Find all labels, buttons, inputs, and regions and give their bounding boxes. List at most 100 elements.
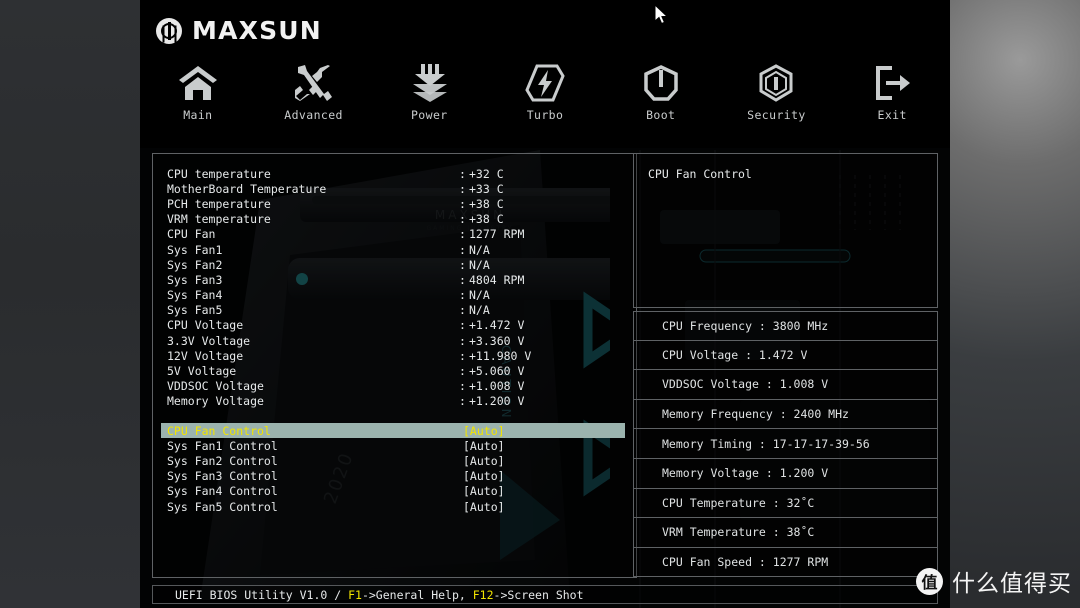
fan-control-row[interactable]: Sys Fan2 Control [Auto] (161, 453, 625, 468)
hotkey-f1: F1 (348, 587, 362, 602)
fan-control-label: Sys Fan5 Control (167, 499, 278, 514)
fan-control-row[interactable]: Sys Fan3 Control [Auto] (161, 469, 625, 484)
monitor-row: CPU Fan:1277 RPM (167, 227, 625, 242)
monitor-row-value: +32 C (469, 166, 504, 181)
monitor-row: VDDSOC Voltage: +1.008 V (167, 379, 625, 394)
tools-icon (294, 62, 334, 102)
nav-item-advanced[interactable]: Advanced (256, 62, 372, 122)
monitor-row-separator: : (459, 318, 466, 333)
monitor-row: Sys Fan1: N/A (167, 242, 625, 257)
system-info-row: CPU Fan Speed : 1277 RPM (633, 547, 938, 578)
monitor-row: 3.3V Voltage: +3.360 V (167, 333, 625, 348)
monitor-row-separator: : (459, 257, 466, 272)
monitor-row-value: +1.472 V (469, 318, 525, 333)
monitor-row: Memory Voltage: +1.200 V (167, 394, 625, 409)
monitor-row-separator: : (459, 348, 466, 363)
monitor-row-separator: : (459, 303, 466, 318)
monitor-row-label: Sys Fan4 (167, 288, 223, 303)
system-info-row: CPU Voltage : 1.472 V (633, 340, 938, 371)
nav-item-exit[interactable]: Exit (834, 62, 950, 122)
mouse-cursor (654, 3, 670, 30)
bios-screen: MAXSUN GAMING INDUSTRY CAUTION 2020 MAXS… (140, 0, 950, 608)
fan-control-row[interactable]: Sys Fan1 Control [Auto] (161, 438, 625, 453)
help-panel: CPU Fan Control (633, 153, 938, 308)
monitor-row-value: +3.360 V (469, 333, 525, 348)
monitor-row: Sys Fan4: N/A (167, 288, 625, 303)
system-info-text: VDDSOC Voltage : 1.008 V (662, 377, 829, 392)
fan-control-list[interactable]: CPU Fan Control [Auto] Sys Fan1 Control [Au… (161, 423, 625, 514)
power-button-icon (641, 62, 681, 102)
system-info-text: Memory Timing : 17-17-17-39-56 (662, 436, 870, 451)
monitor-row-value: N/A (469, 303, 490, 318)
monitor-row-separator: : (459, 333, 466, 348)
monitor-row: Sys Fan3:4804 RPM (167, 272, 625, 287)
monitor-row: Sys Fan5: N/A (167, 303, 625, 318)
system-info-text: VRM Temperature : 38˚C (662, 525, 815, 540)
nav-item-boot[interactable]: Boot (603, 62, 719, 122)
nav-label-main: Main (183, 108, 213, 122)
fan-control-row[interactable]: Sys Fan5 Control [Auto] (161, 499, 625, 514)
system-info-row: CPU Frequency : 3800 MHz (633, 311, 938, 341)
watermark-badge-icon: 值 (916, 567, 943, 595)
monitor-row-separator: : (459, 288, 466, 303)
hardware-monitor-panel: CPU temperature: +32 C MotherBoard Tempera… (152, 153, 637, 578)
monitor-row-separator: : (459, 379, 466, 394)
fan-control-row-selected[interactable]: CPU Fan Control [Auto] (161, 423, 625, 439)
nav-label-power: Power (410, 108, 448, 122)
monitor-row: 5V Voltage: +5.060 V (167, 363, 625, 378)
system-info-text: CPU Voltage : 1.472 V (662, 347, 808, 362)
system-info-row: Memory Voltage : 1.200 V (633, 458, 938, 489)
monitor-row-label: CPU Fan (167, 227, 216, 242)
monitor-row-label: VDDSOC Voltage (167, 379, 264, 394)
monitor-row-label: PCH temperature (167, 196, 271, 211)
monitor-row-label: Sys Fan2 (167, 257, 223, 272)
fan-control-value[interactable]: [Auto] (463, 484, 505, 498)
monitor-row-value: N/A (469, 242, 490, 257)
fan-control-label: Sys Fan1 Control (167, 438, 278, 453)
help-panel-title: CPU Fan Control (648, 167, 752, 181)
monitor-row-value: N/A (469, 257, 490, 272)
monitor-row-label: Sys Fan3 (167, 272, 223, 287)
monitor-row-separator: : (459, 212, 466, 227)
system-info-row: Memory Timing : 17-17-17-39-56 (633, 429, 938, 459)
nav-label-exit: Exit (877, 108, 907, 122)
monitor-row-label: Memory Voltage (167, 394, 264, 409)
monitor-row-label: MotherBoard Temperature (167, 181, 327, 196)
fan-control-value[interactable]: [Auto] (463, 469, 505, 483)
fan-control-label: Sys Fan3 Control (167, 469, 278, 484)
nav-label-security: Security (747, 108, 806, 122)
monitor-row-label: 12V Voltage (167, 348, 244, 363)
fan-control-value[interactable]: [Auto] (463, 424, 505, 438)
system-info-text: Memory Frequency : 2400 MHz (662, 407, 849, 422)
nav-item-security[interactable]: Security (719, 62, 835, 122)
monitor-row-separator: : (459, 364, 466, 379)
top-navigation[interactable]: Main Advanced Power Turbo Boot Security … (140, 62, 950, 122)
monitor-row-separator: : (459, 242, 466, 257)
fan-control-value[interactable]: [Auto] (463, 454, 505, 468)
system-info-row: VDDSOC Voltage : 1.008 V (633, 370, 938, 400)
fan-control-row[interactable]: Sys Fan4 Control [Auto] (161, 484, 625, 499)
nav-item-power[interactable]: Power (371, 62, 487, 122)
fan-control-value[interactable]: [Auto] (463, 439, 505, 453)
brand-logo: MAXSUN (156, 16, 322, 45)
monitor-row-value: +1.008 V (469, 379, 525, 394)
system-info-text: CPU Frequency : 3800 MHz (662, 318, 829, 333)
fan-control-label: CPU Fan Control (167, 423, 271, 438)
system-info-text: CPU Temperature : 32˚C (662, 495, 815, 510)
monitor-row-separator: : (459, 166, 466, 181)
monitor-row-label: Sys Fan1 (167, 242, 223, 257)
nav-item-main[interactable]: Main (140, 62, 256, 122)
monitor-row-label: CPU temperature (167, 166, 271, 181)
nav-item-turbo[interactable]: Turbo (487, 62, 603, 122)
hotkey-f12: F12 (472, 587, 494, 602)
monitor-row-separator: : (459, 394, 466, 409)
monitor-row-value: +11.980 V (469, 348, 532, 363)
monitor-row-value: 4804 RPM (469, 272, 525, 287)
maxsun-logo-icon (156, 17, 182, 44)
fan-control-label: Sys Fan2 Control (167, 453, 278, 468)
status-mid1: ->General Help, (361, 587, 473, 602)
monitor-row-value: N/A (469, 288, 490, 303)
monitor-row-label: CPU Voltage (167, 318, 244, 333)
monitor-row-value: +33 C (469, 181, 504, 196)
fan-control-value[interactable]: [Auto] (463, 500, 505, 514)
